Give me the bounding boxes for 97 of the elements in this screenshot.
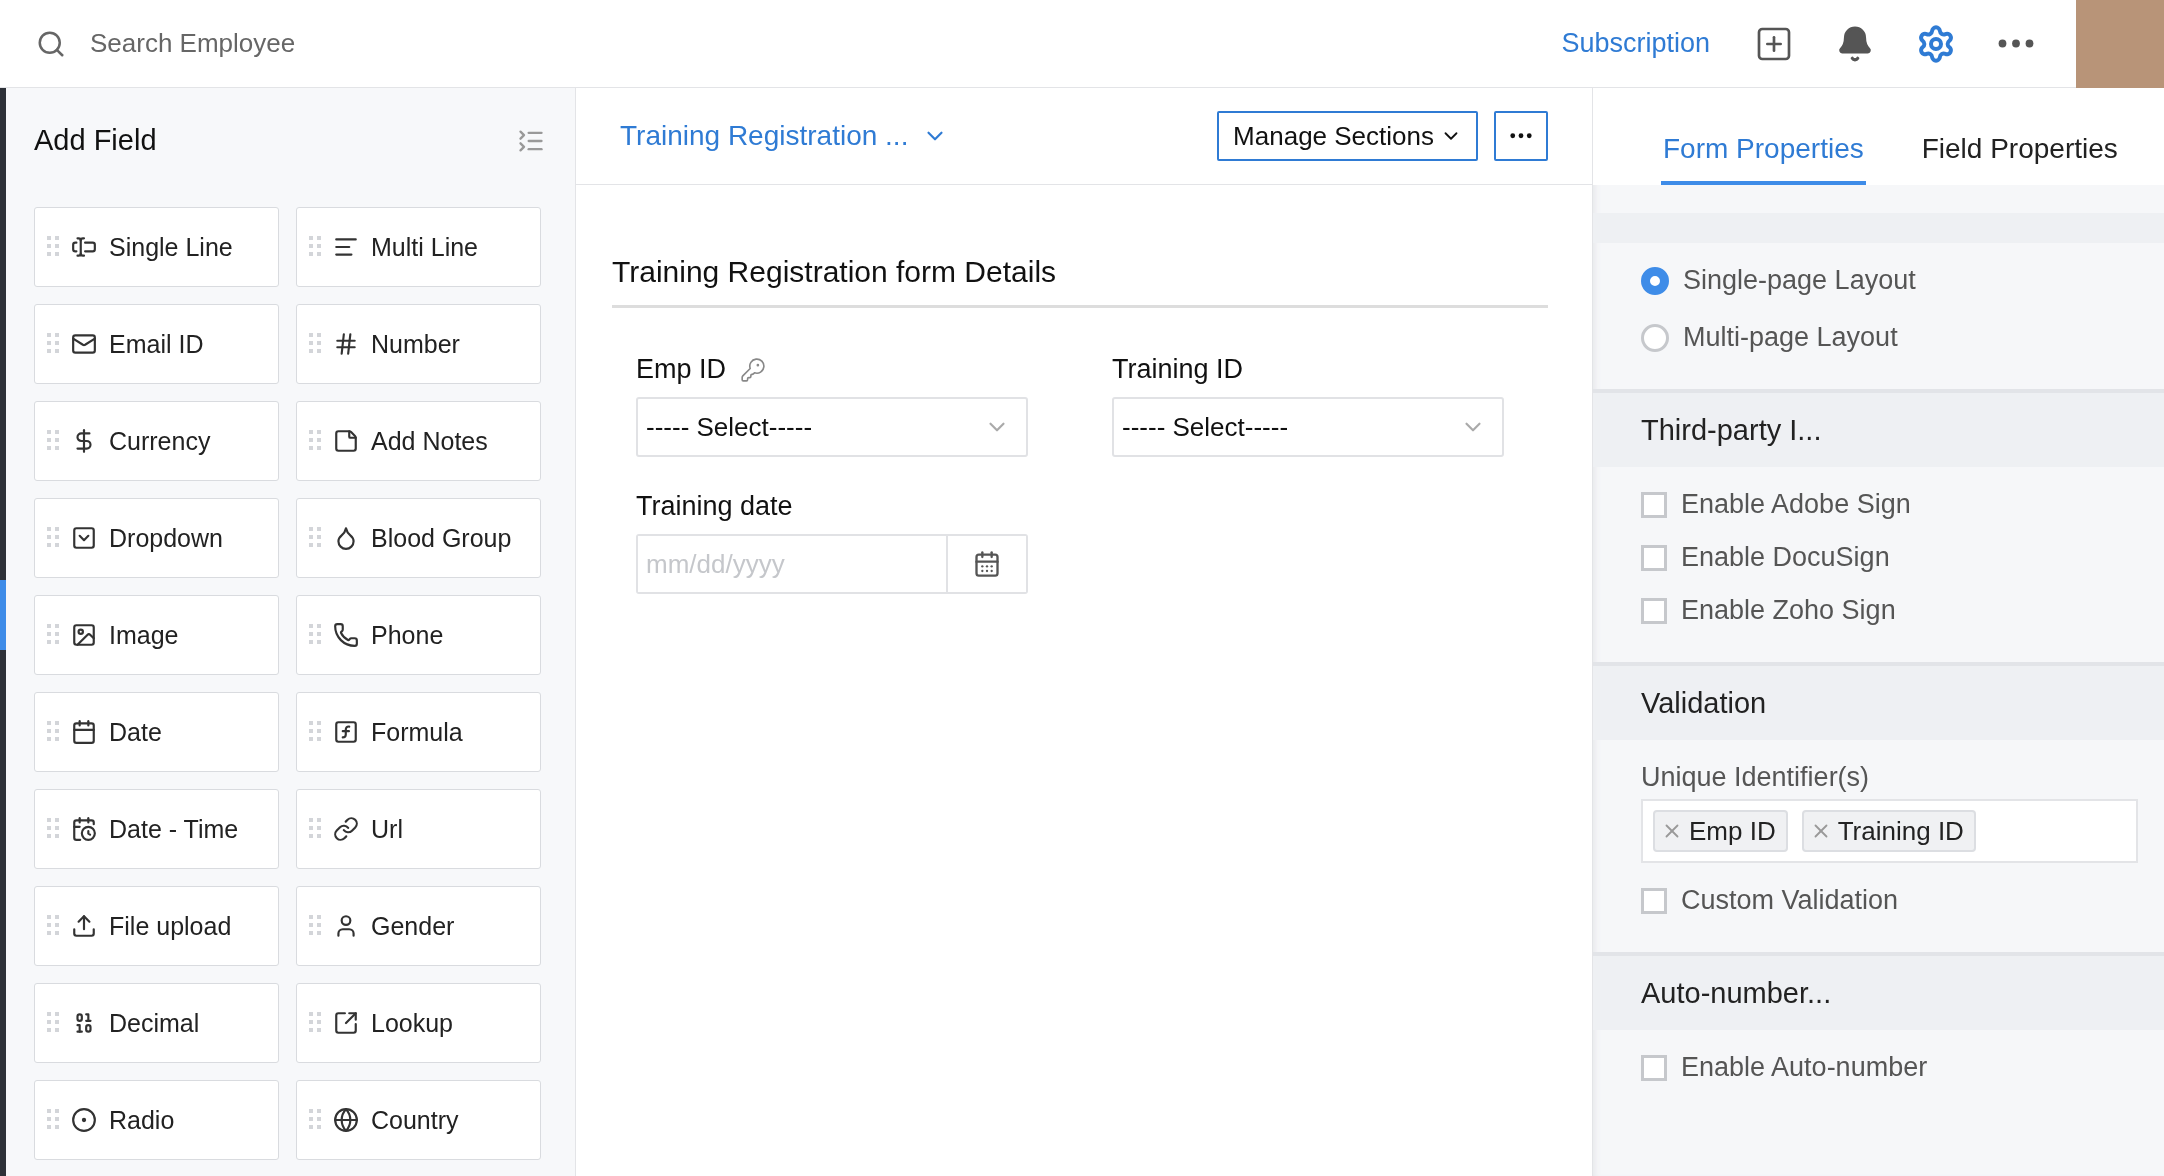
checkbox[interactable] <box>1641 887 1667 914</box>
radio-icon <box>71 1107 97 1133</box>
more-icon <box>1510 133 1532 139</box>
drag-handle-icon[interactable] <box>309 818 321 840</box>
calendar-icon <box>71 719 97 745</box>
section-header[interactable]: Auto-number... <box>1593 952 2164 1030</box>
drag-handle-icon[interactable] <box>309 915 321 937</box>
properties-tab[interactable]: Form Properties <box>1661 133 1866 185</box>
drag-handle-icon[interactable] <box>309 236 321 258</box>
field-type-tile[interactable]: Radio <box>34 1080 279 1160</box>
settings-icon[interactable] <box>1916 23 1956 64</box>
subscription-link[interactable]: Subscription <box>1561 28 1710 59</box>
field-type-tile[interactable]: Single Line <box>34 207 279 287</box>
manage-sections-button[interactable]: Manage Sections <box>1217 111 1478 161</box>
dropdown-icon <box>71 525 97 551</box>
calendar-clock-icon <box>71 816 97 842</box>
calendar-icon <box>973 550 1001 578</box>
layout-option[interactable]: Single-page Layout <box>1641 265 2164 296</box>
radio-button[interactable] <box>1641 266 1669 295</box>
note-icon <box>333 428 359 454</box>
field-type-tile[interactable]: Email ID <box>34 304 279 384</box>
drag-handle-icon[interactable] <box>309 527 321 549</box>
upload-icon <box>71 913 97 939</box>
drag-handle-icon[interactable] <box>47 1012 59 1034</box>
field-type-tile[interactable]: Multi Line <box>296 207 541 287</box>
drag-handle-icon[interactable] <box>309 333 321 355</box>
panel-title: Add Field <box>34 124 157 157</box>
drag-handle-icon[interactable] <box>47 818 59 840</box>
properties-tab[interactable]: Field Properties <box>1919 133 2120 185</box>
more-icon[interactable] <box>1998 39 2034 48</box>
field-type-tile[interactable]: Number <box>296 304 541 384</box>
field-type-tile[interactable]: Image <box>34 595 279 675</box>
checkbox[interactable] <box>1641 597 1667 624</box>
drag-handle-icon[interactable] <box>47 721 59 743</box>
tag-chip: Emp ID <box>1653 810 1788 852</box>
tag-input-field[interactable]: Emp ID Training ID <box>1641 799 2138 863</box>
field-type-tile[interactable]: File upload <box>34 886 279 966</box>
field-label: Emp ID <box>636 354 727 385</box>
checkbox-option[interactable]: Enable Adobe Sign <box>1641 489 2138 520</box>
link-icon <box>333 816 359 842</box>
checkbox-option[interactable]: Custom Validation <box>1641 885 2138 916</box>
checkbox-option[interactable]: Enable Zoho Sign <box>1641 595 2138 626</box>
checkbox[interactable] <box>1641 544 1667 571</box>
drag-handle-icon[interactable] <box>47 333 59 355</box>
checkbox[interactable] <box>1641 491 1667 518</box>
envelope-icon <box>71 331 97 357</box>
section-title: Training Registration form Details <box>612 255 1548 308</box>
drag-handle-icon[interactable] <box>47 1109 59 1131</box>
checkbox-option[interactable]: Enable Auto-number <box>1641 1052 2138 1083</box>
section-header[interactable]: Validation <box>1593 662 2164 740</box>
drag-handle-icon[interactable] <box>47 915 59 937</box>
drag-handle-icon[interactable] <box>47 236 59 258</box>
radio-button[interactable] <box>1641 323 1669 352</box>
field-type-tile[interactable]: Add Notes <box>296 401 541 481</box>
function-icon <box>333 719 359 745</box>
globe-icon <box>333 1107 359 1133</box>
drag-handle-icon[interactable] <box>309 430 321 452</box>
layout-option[interactable]: Multi-page Layout <box>1641 322 2164 353</box>
select-field[interactable]: ----- Select----- <box>1112 397 1504 457</box>
field-type-tile[interactable]: Country <box>296 1080 541 1160</box>
field-type-tile[interactable]: Phone <box>296 595 541 675</box>
photo-placeholder[interactable] <box>2076 0 2164 88</box>
date-field[interactable]: mm/dd/yyyy <box>636 534 1028 594</box>
checkbox[interactable] <box>1641 1054 1667 1081</box>
field-type-tile[interactable]: Currency <box>34 401 279 481</box>
checkbox-option[interactable]: Enable DocuSign <box>1641 542 2138 573</box>
field-type-tile[interactable]: Decimal <box>34 983 279 1063</box>
image-icon <box>71 622 97 648</box>
field-label: Training ID <box>1112 354 1244 385</box>
drag-handle-icon[interactable] <box>47 624 59 646</box>
field-label: Unique Identifier(s) <box>1641 762 1871 793</box>
drag-handle-icon[interactable] <box>309 1012 321 1034</box>
drag-handle-icon[interactable] <box>47 527 59 549</box>
field-type-tile[interactable]: Url <box>296 789 541 869</box>
field-type-tile[interactable]: Blood Group <box>296 498 541 578</box>
arrow-square-icon <box>333 1010 359 1036</box>
field-label: Training date <box>636 491 793 522</box>
tag-chip: Training ID <box>1801 810 1976 852</box>
text-cursor-icon <box>71 234 97 260</box>
calendar-button[interactable] <box>946 536 1026 592</box>
hash-icon <box>333 331 359 357</box>
select-field[interactable]: ----- Select----- <box>636 397 1028 457</box>
phone-icon <box>333 622 359 648</box>
bell-icon[interactable] <box>1836 24 1874 63</box>
more-button[interactable] <box>1494 111 1548 161</box>
drag-handle-icon[interactable] <box>47 430 59 452</box>
field-type-tile[interactable]: Date <box>34 692 279 772</box>
drag-handle-icon[interactable] <box>309 721 321 743</box>
field-type-tile[interactable]: Lookup <box>296 983 541 1063</box>
section-header[interactable]: Third-party I... <box>1593 389 2164 467</box>
field-type-tile[interactable]: Formula <box>296 692 541 772</box>
field-type-tile[interactable]: Date - Time <box>34 789 279 869</box>
drag-handle-icon[interactable] <box>309 624 321 646</box>
field-type-tile[interactable]: Gender <box>296 886 541 966</box>
drag-handle-icon[interactable] <box>309 1109 321 1131</box>
form-title-dropdown[interactable]: Training Registration ... <box>620 120 949 152</box>
field-type-tile[interactable]: Dropdown <box>34 498 279 578</box>
